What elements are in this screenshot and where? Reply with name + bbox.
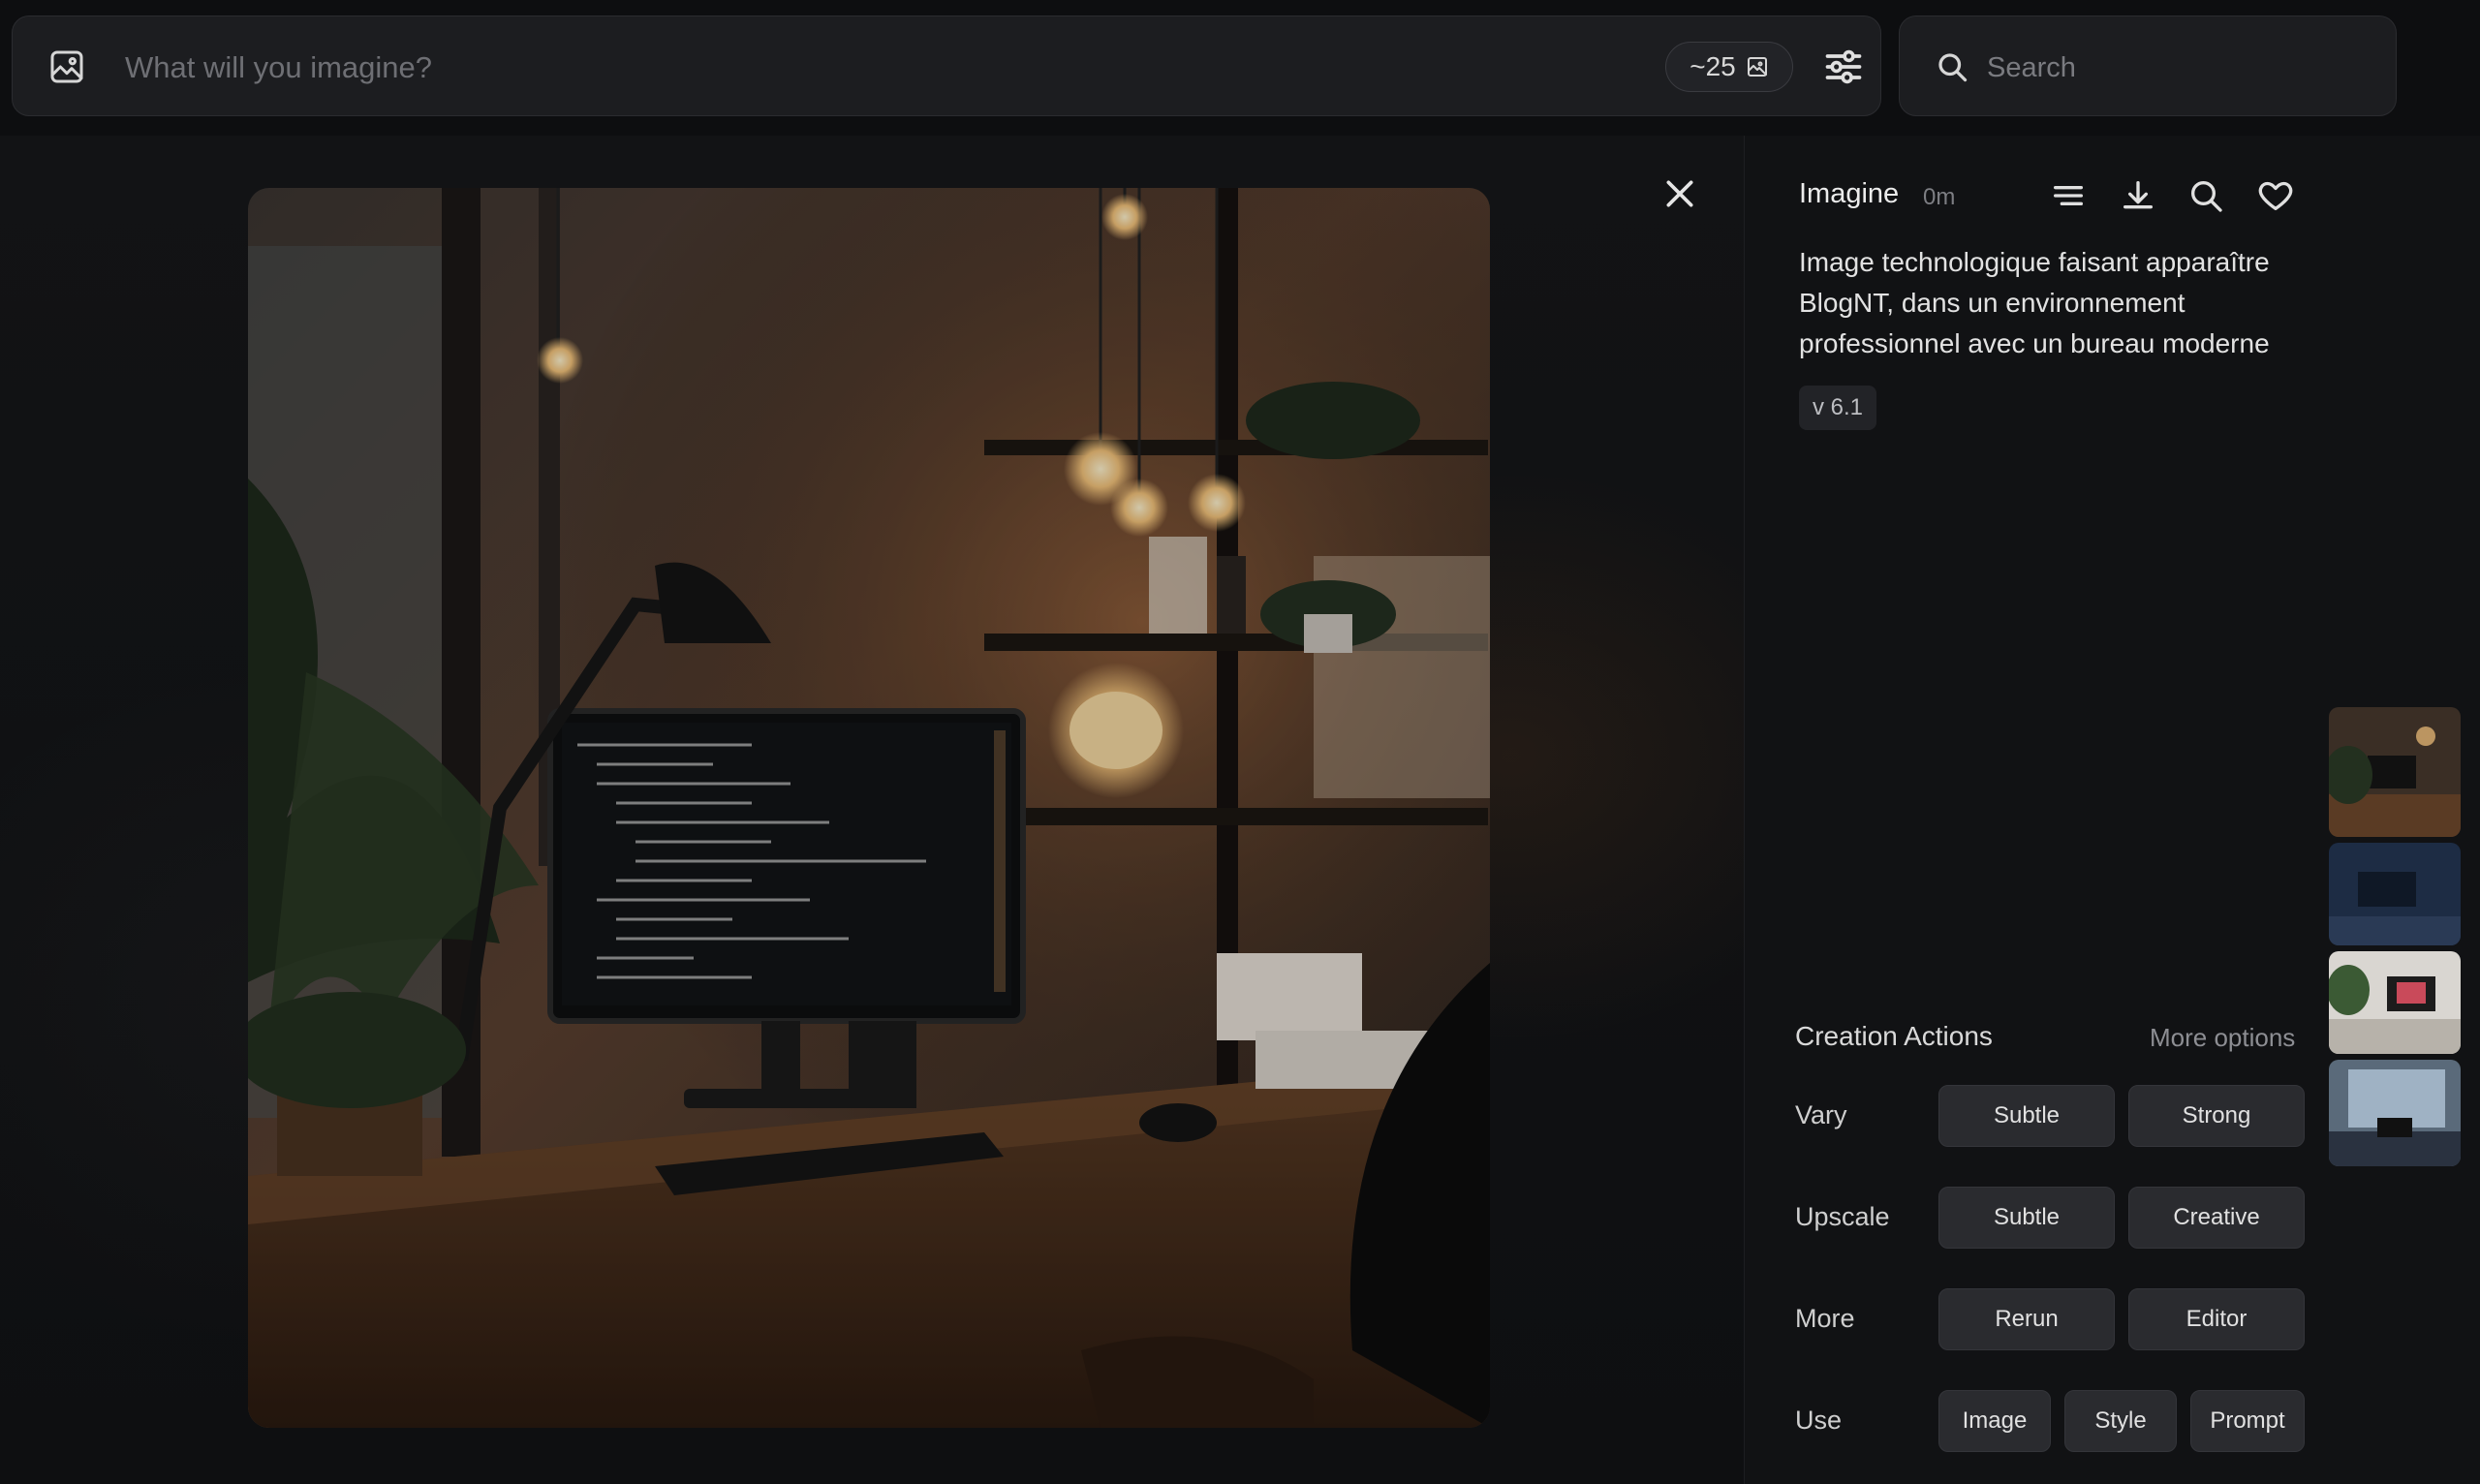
search-input[interactable] [1985, 40, 2376, 96]
vary-subtle-button[interactable]: Subtle [1938, 1085, 2115, 1147]
prompt-text: Image technologique faisant apparaître B… [1799, 247, 2270, 358]
detail-title: Imagine [1799, 178, 1900, 209]
upscale-subtle-button[interactable]: Subtle [1938, 1187, 2115, 1249]
image-small-icon [1747, 57, 1767, 77]
vary-label: Vary [1795, 1100, 1847, 1129]
vary-strong-button[interactable]: Strong [2128, 1085, 2305, 1147]
upscale-label: Upscale [1795, 1202, 1890, 1231]
credits-count: ~25 [1690, 51, 1736, 81]
search-icon [1938, 53, 1968, 82]
thumbnail-4[interactable] [2329, 1060, 2461, 1166]
list-icon[interactable] [2049, 176, 2088, 215]
upscale-creative-button[interactable]: Creative [2128, 1187, 2305, 1249]
search-box [1899, 15, 2397, 116]
use-prompt-button[interactable]: Prompt [2190, 1390, 2305, 1452]
credits-pill[interactable]: ~25 [1665, 42, 1793, 92]
more-label: More [1795, 1304, 1855, 1333]
editor-button[interactable]: Editor [2128, 1288, 2305, 1350]
prompt-input[interactable] [123, 40, 1638, 96]
use-image-button[interactable]: Image [1938, 1390, 2051, 1452]
download-icon[interactable] [2119, 176, 2157, 215]
thumbnail-2[interactable] [2329, 843, 2461, 945]
image-icon[interactable] [47, 47, 86, 86]
rerun-button[interactable]: Rerun [1938, 1288, 2115, 1350]
close-icon[interactable] [1660, 174, 1699, 213]
more-options-link[interactable]: More options [2150, 1023, 2295, 1053]
heart-icon[interactable] [2256, 176, 2295, 215]
thumbnail-3[interactable] [2329, 951, 2461, 1054]
generated-image[interactable] [248, 188, 1490, 1428]
search-icon[interactable] [2186, 176, 2225, 215]
sliders-icon[interactable] [1822, 46, 1865, 88]
thumbnail-1[interactable] [2329, 707, 2461, 837]
creation-actions-title: Creation Actions [1795, 1021, 1993, 1051]
use-label: Use [1795, 1406, 1843, 1435]
detail-time: 0m [1923, 184, 1956, 210]
use-style-button[interactable]: Style [2064, 1390, 2177, 1452]
version-badge: v 6.1 [1799, 386, 1877, 430]
prompt-bar: ~25 [12, 15, 1881, 116]
